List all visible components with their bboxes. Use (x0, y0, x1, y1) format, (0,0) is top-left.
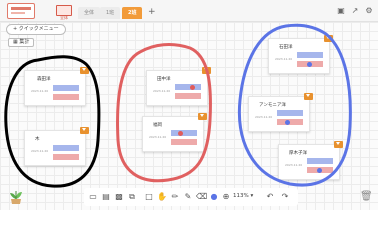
top-bar: 全体 全体 1班 2班 + ▣ ↗ ⚙ (0, 0, 378, 22)
app-logo-icon[interactable] (7, 3, 35, 19)
card-title: 木 (35, 137, 40, 142)
card-bar-red (53, 94, 79, 100)
eraser-icon[interactable]: ⌫ (196, 192, 207, 202)
card-add-icon[interactable]: ▭ (88, 192, 98, 202)
card-subtitle: 2023.11.20 (285, 163, 303, 167)
card-dot-marker (178, 130, 183, 136)
sum-button[interactable]: ▦ 集計 (8, 38, 35, 47)
card-menu-icon[interactable] (202, 67, 211, 74)
trash-icon[interactable]: 🗑 (360, 190, 373, 203)
image-icon[interactable]: ▩ (114, 192, 124, 202)
hand-icon[interactable]: ✋ (157, 192, 167, 202)
card-menu-icon[interactable] (334, 141, 343, 148)
card-bar-blue (53, 85, 79, 91)
select-icon[interactable]: □ (144, 192, 154, 202)
pen-icon[interactable]: ✏ (170, 192, 180, 202)
card-bar-blue (307, 158, 333, 164)
card-dot-marker (190, 84, 195, 90)
bottom-toolbar: ▭ ▤ ▩ ⧉ □ ✋ ✏ ✎ ⌫ ● ⊕ 113% ▾ ↶ ↷ (84, 188, 298, 206)
card-bar-blue (277, 110, 303, 116)
card-menu-icon[interactable] (304, 93, 313, 100)
share-icon[interactable]: ↗ (350, 6, 360, 16)
card-dot-marker (317, 167, 322, 173)
tab-thumbnail-label: 全体 (60, 15, 68, 20)
card-bar-red (277, 119, 303, 125)
card-bar-blue (171, 130, 197, 136)
copy-icon[interactable]: ⧉ (127, 192, 137, 202)
card-ammonia[interactable]: アンモニア洋 2023.11.20 (248, 93, 313, 132)
card-bar-blue (53, 145, 79, 151)
tab-group-1[interactable]: 1班 (100, 7, 121, 19)
add-tab-button[interactable]: + (148, 7, 156, 18)
zoom-value: 113% (233, 193, 249, 199)
settings-icon[interactable]: ⚙ (364, 6, 374, 16)
marker-icon[interactable]: ✎ (183, 192, 193, 202)
card-fukuoka[interactable]: 福岡 2023.11.20 (142, 113, 207, 152)
card-ishida[interactable]: 石田洋 2023.11.20 (268, 35, 333, 74)
color-picker-icon[interactable]: ● (209, 192, 219, 202)
text-icon[interactable]: ▤ (101, 192, 111, 202)
card-ki[interactable]: 木 2023.11.20 (24, 127, 89, 166)
card-subtitle: 2023.11.20 (153, 89, 171, 93)
card-atsugi[interactable]: 厚木子洋 2023.11.20 (278, 141, 343, 180)
card-bar-red (175, 93, 201, 99)
card-menu-icon[interactable] (324, 35, 333, 42)
card-subtitle: 2023.11.20 (31, 149, 49, 153)
tab-all[interactable]: 全体 (78, 7, 101, 19)
card-menu-icon[interactable] (80, 127, 89, 134)
card-bar-red (53, 154, 79, 160)
card-bar-red (171, 139, 197, 145)
zoom-level[interactable]: 113% ▾ (233, 193, 253, 199)
card-subtitle: 2023.11.20 (255, 115, 273, 119)
card-menu-icon[interactable] (80, 67, 89, 74)
card-dot-marker (285, 119, 290, 125)
plant-icon[interactable] (8, 187, 24, 205)
card-subtitle: 2023.11.20 (31, 89, 49, 93)
sum-label: 集計 (19, 39, 30, 45)
card-menu-icon[interactable] (198, 113, 207, 120)
redo-icon[interactable]: ↷ (280, 192, 290, 202)
card-morita[interactable]: 森田洋 2023.11.20 (24, 67, 89, 106)
card-title: 森田洋 (37, 77, 51, 82)
camera-icon[interactable]: ▣ (336, 6, 346, 16)
card-subtitle: 2023.11.20 (149, 135, 167, 139)
quick-menu-button[interactable]: + クイックメニュー (6, 24, 66, 35)
card-title: 石田洋 (279, 45, 293, 50)
card-title: 田中洋 (157, 77, 171, 82)
tab-group-2[interactable]: 2班 (122, 7, 143, 19)
undo-icon[interactable]: ↶ (265, 192, 275, 202)
card-bar-blue (175, 84, 201, 90)
card-title: 厚木子洋 (289, 151, 307, 156)
card-title: アンモニア洋 (259, 103, 286, 108)
card-title: 福岡 (153, 123, 162, 128)
card-subtitle: 2023.11.20 (275, 57, 293, 61)
card-tanaka[interactable]: 田中洋 2023.11.20 (146, 67, 211, 106)
zoom-in-icon[interactable]: ⊕ (221, 192, 231, 202)
card-bar-blue (297, 52, 323, 58)
card-dot-marker (307, 61, 312, 67)
